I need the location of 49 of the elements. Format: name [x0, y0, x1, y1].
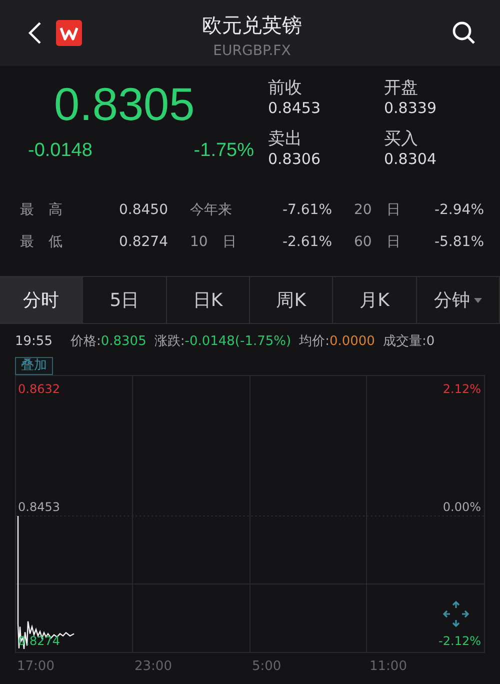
info-value: 0.0000 — [329, 334, 375, 348]
back-icon[interactable] — [28, 21, 42, 45]
time-axis-label: 17:00 — [16, 658, 56, 674]
time-label: 19:55 — [15, 334, 52, 348]
axis-label: -2.12% — [438, 634, 481, 648]
ticker-code: EURGBP.FX — [213, 42, 291, 58]
info-value: 0 — [426, 334, 435, 348]
stat-value: -5.81% — [433, 234, 484, 250]
field-label: 开盘 — [384, 77, 419, 99]
info-value: 0.8305 — [100, 334, 146, 348]
info-label: 涨跌: — [154, 333, 185, 350]
field-label: 买入 — [384, 128, 419, 150]
stat-value: -2.61% — [281, 234, 332, 250]
stat-value: 0.8274 — [118, 234, 168, 250]
axis-label: 0.00% — [442, 500, 481, 514]
info-label: 成交量: — [382, 333, 426, 350]
overlay-button[interactable]: 叠加 — [15, 357, 53, 375]
axis-label: 0.8632 — [18, 382, 60, 396]
axis-label: 0.8453 — [18, 500, 60, 514]
field-value: 0.8306 — [268, 150, 322, 168]
info-value: -0.0148(-1.75%) — [184, 334, 292, 348]
price-change: -0.0148 — [28, 140, 92, 162]
info-label: 价格: — [70, 333, 101, 350]
chart-tab[interactable]: 分时 — [0, 277, 84, 323]
percent-change: -1.75% — [194, 140, 254, 162]
stat-value: 0.8450 — [118, 202, 168, 218]
app-logo-icon[interactable] — [56, 20, 82, 46]
field-value: 0.8304 — [384, 150, 438, 168]
field-value: 0.8339 — [384, 99, 438, 117]
stat-value: -7.61% — [281, 202, 332, 218]
axis-label: 2.12% — [442, 382, 481, 396]
field-label: 卖出 — [268, 128, 303, 150]
stat-label: 20 日 — [353, 201, 402, 219]
time-axis-label: 23:00 — [134, 658, 173, 674]
page-title: 欧元兑英镑 — [202, 12, 302, 38]
stat-label: 最 低 — [20, 233, 64, 251]
stat-value: -2.94% — [433, 202, 484, 218]
stat-label: 10 日 — [189, 233, 238, 251]
fullscreen-icon[interactable] — [442, 600, 470, 628]
field-label: 前收 — [268, 77, 303, 99]
current-price: 0.8305 — [53, 77, 196, 132]
stat-label: 60 日 — [353, 233, 402, 251]
search-icon[interactable] — [452, 21, 476, 45]
time-axis-label: 5:00 — [251, 658, 282, 674]
field-value: 0.8453 — [268, 99, 322, 117]
stat-label: 今年来 — [189, 201, 233, 219]
time-axis-label: 11:00 — [368, 658, 408, 674]
stat-label: 最 高 — [20, 201, 64, 219]
info-label: 均价: — [299, 333, 330, 350]
